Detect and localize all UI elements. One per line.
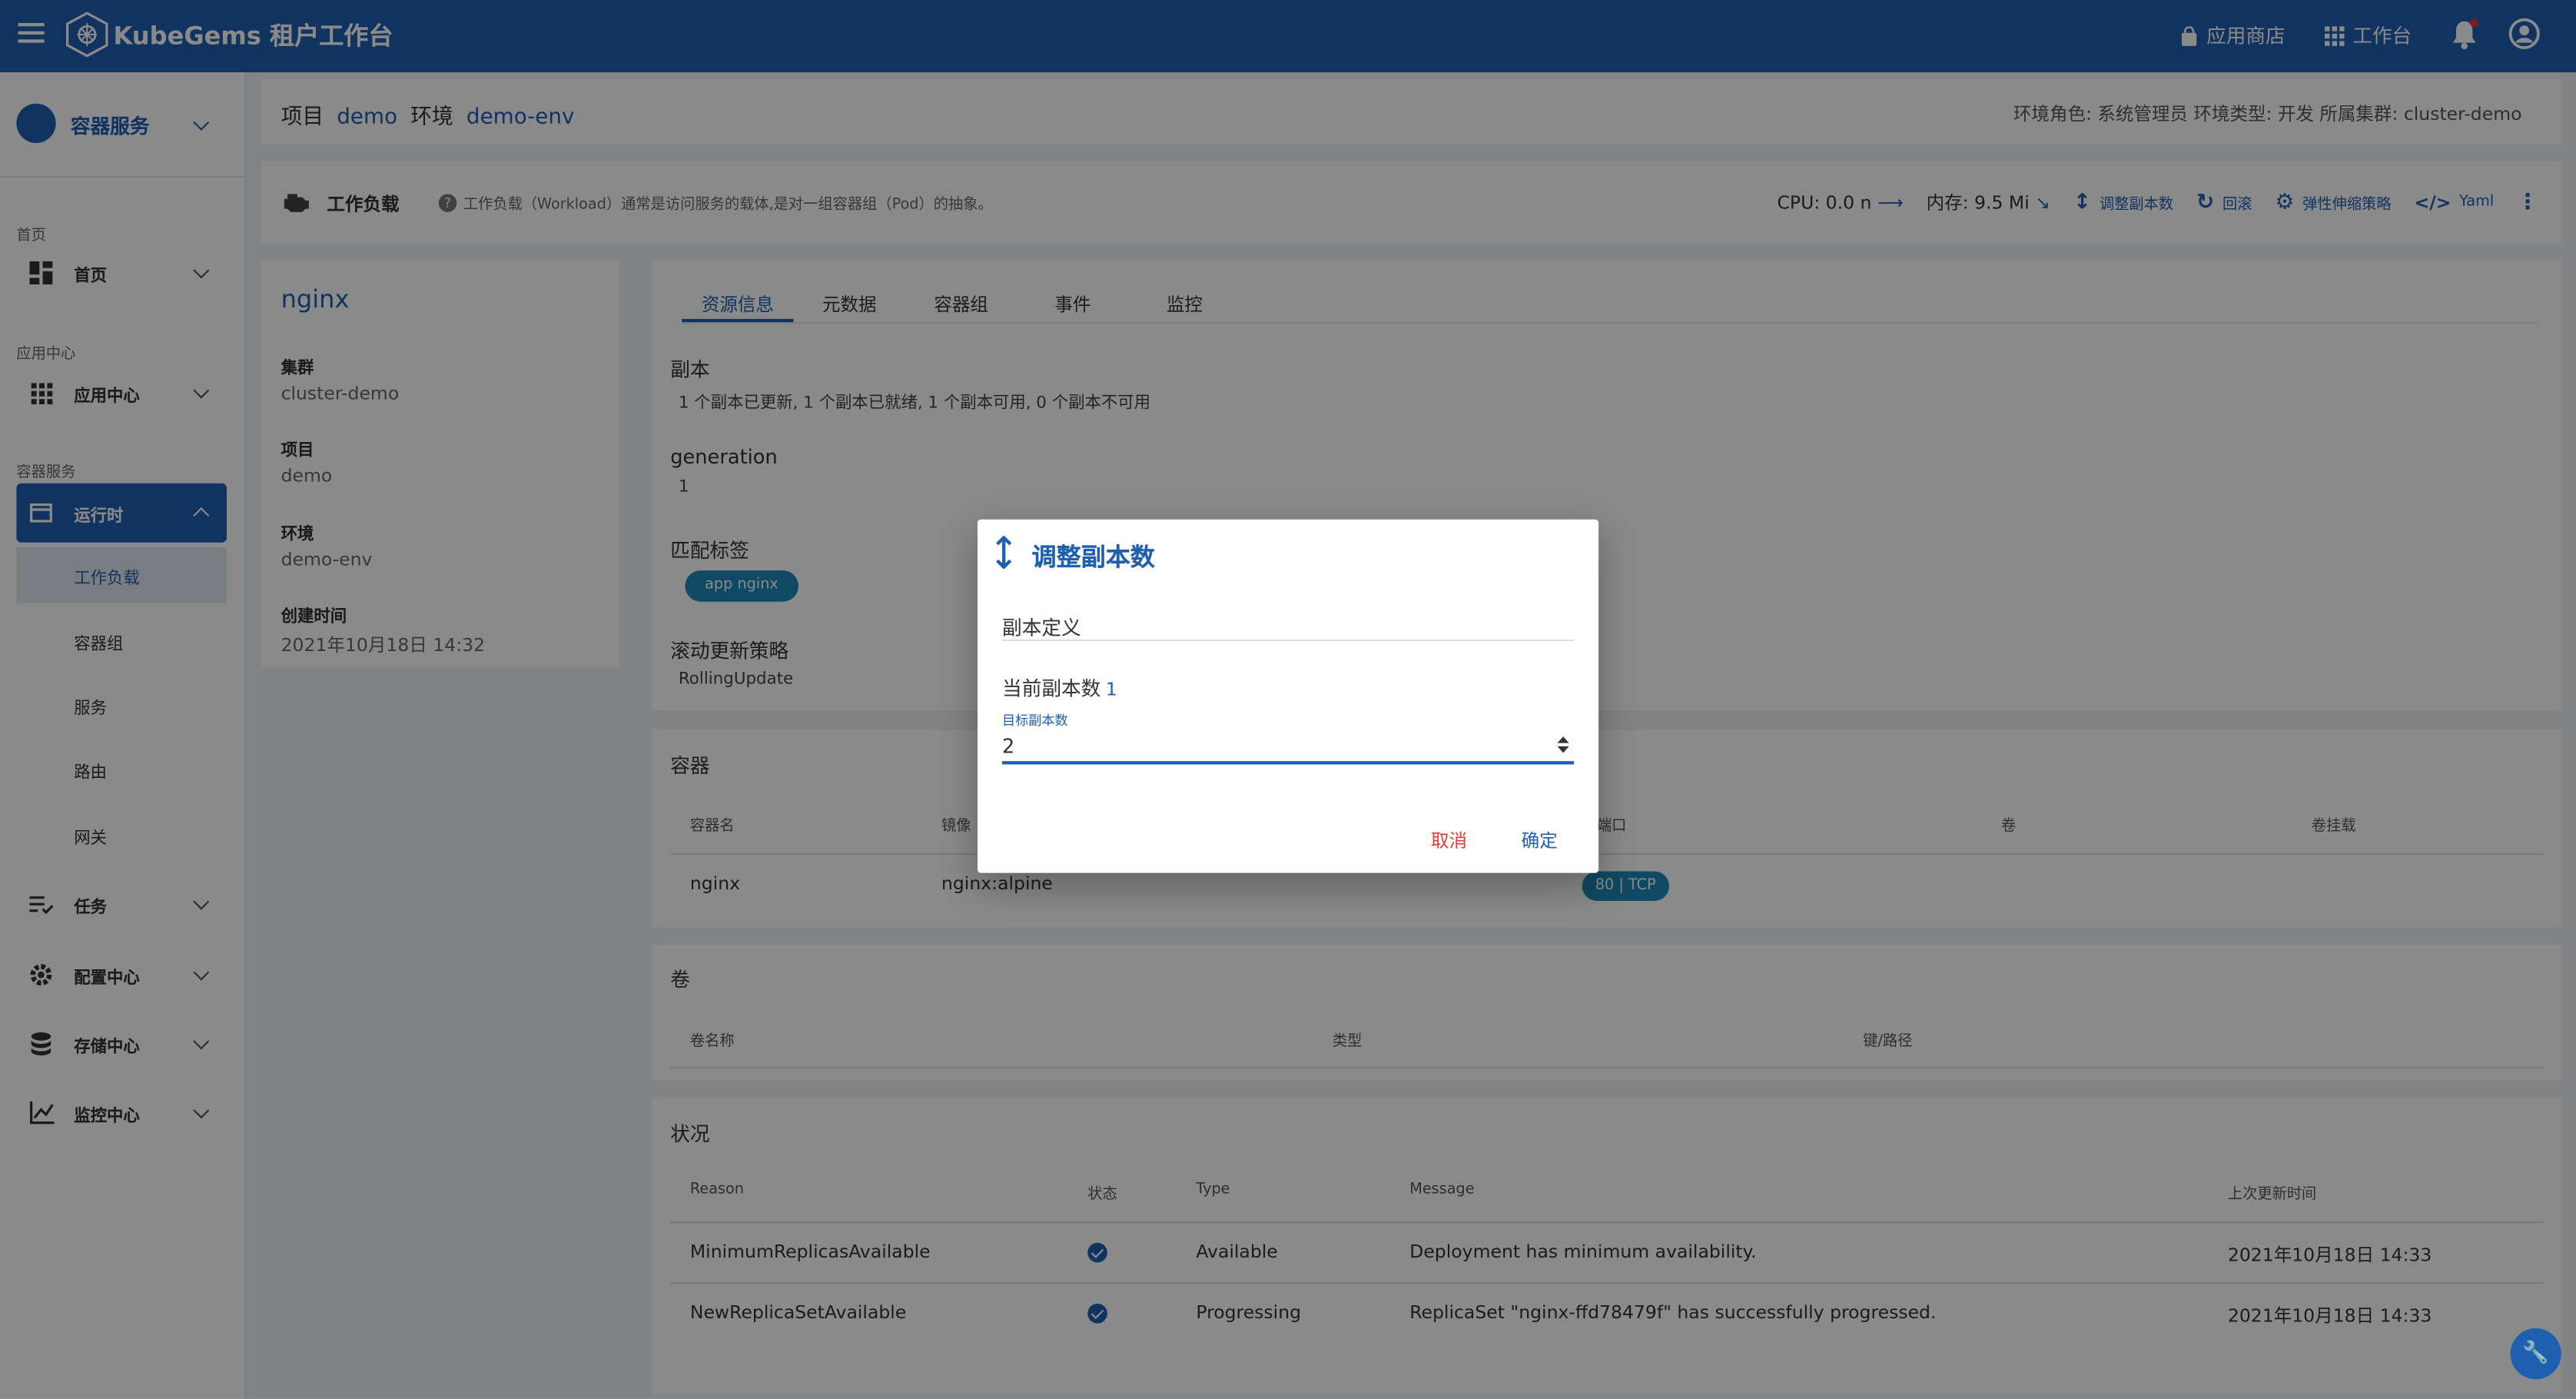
target-replicas-label: 目标副本数	[1002, 713, 1068, 729]
current-replicas-value: 1	[1105, 679, 1117, 701]
wrench-icon: 🔧	[2522, 1341, 2549, 1367]
settings-fab[interactable]: 🔧	[2510, 1328, 2561, 1380]
dialog-title: 调整副本数	[1031, 542, 1155, 573]
replica-definition-label: 副本定义	[1002, 616, 1081, 640]
vertical-arrows-icon	[996, 536, 1012, 569]
section-divider	[1002, 639, 1575, 642]
cancel-button[interactable]: 取消	[1431, 827, 1467, 853]
scale-replicas-dialog: 调整副本数 副本定义 当前副本数1 目标副本数 取消 确定	[977, 519, 1599, 873]
confirm-button[interactable]: 确定	[1522, 827, 1558, 853]
target-replicas-input[interactable]	[1002, 729, 1575, 765]
current-replicas-label: 当前副本数	[1002, 677, 1101, 701]
stepper-arrows-icon[interactable]	[1555, 733, 1570, 756]
app-root: KubeGems 租户工作台 应用商店 工作台 容器服务 首页 首页 应用中心 …	[0, 0, 2576, 1399]
current-replicas: 当前副本数 1	[1002, 674, 1117, 702]
